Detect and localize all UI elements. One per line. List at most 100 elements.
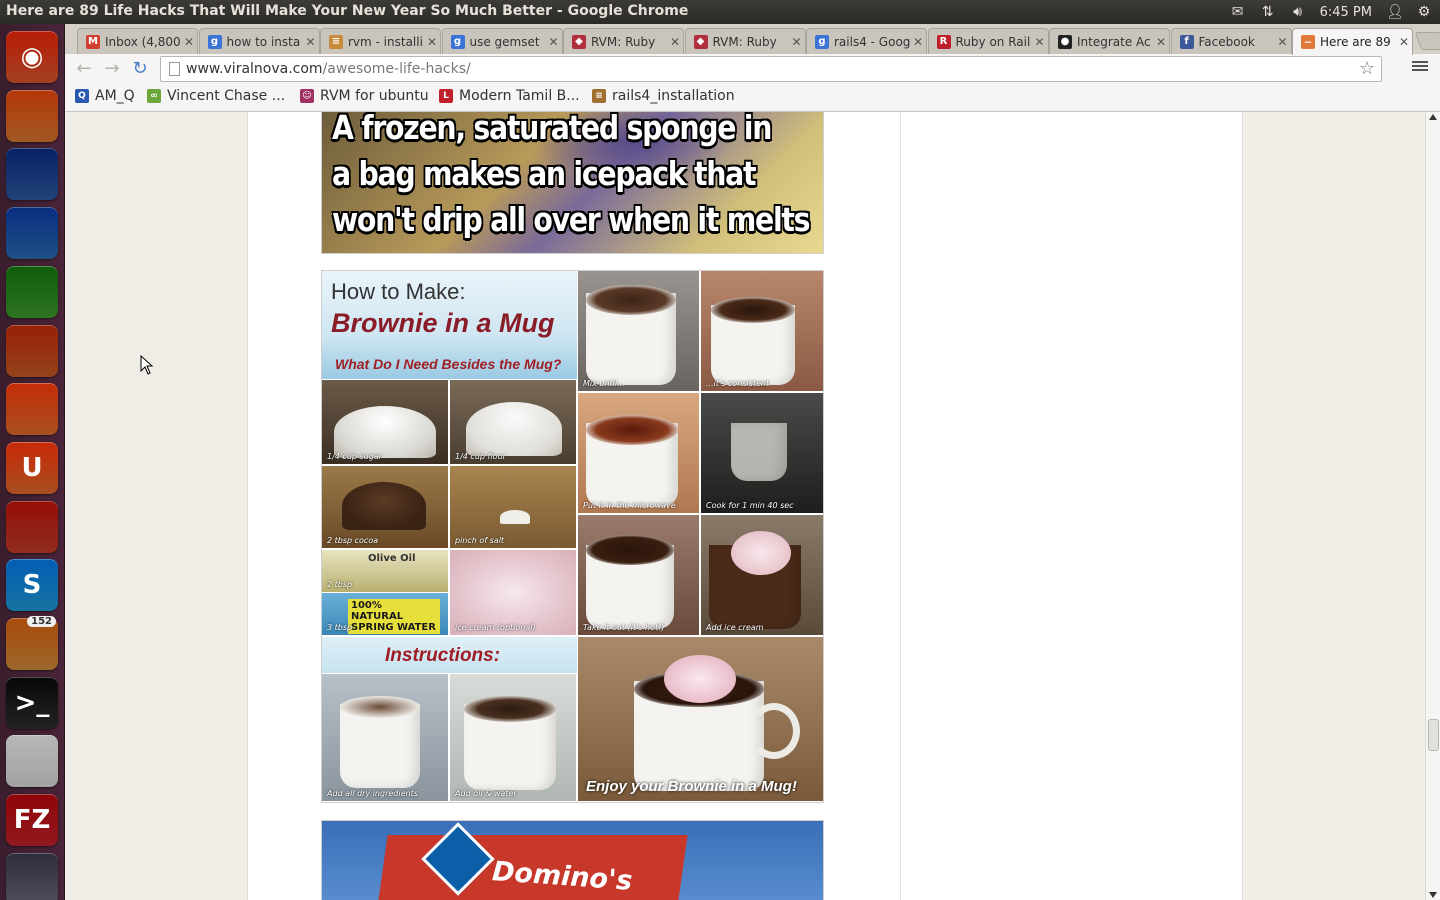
skype-icon[interactable]: S (6, 559, 58, 612)
salt-pile (500, 510, 530, 524)
launcher-glyph: FZ (13, 805, 51, 836)
ice-cream-photo: ice cream (optional) (450, 550, 576, 635)
photo-caption: 2 tbsp (327, 580, 353, 589)
photo-caption: Add all dry ingredients (327, 789, 418, 798)
files-icon[interactable] (6, 89, 58, 142)
address-bar[interactable]: www.viralnova.com/awesome-life-hacks/ ☆ (160, 56, 1382, 82)
tab-close-icon[interactable]: ✕ (181, 35, 197, 49)
top-panel: Here are 89 Life Hacks That Will Make Yo… (0, 0, 1440, 24)
chrome-menu-icon[interactable] (1412, 59, 1428, 75)
user-icon[interactable]: 👤︎ (1386, 4, 1404, 20)
back-button[interactable]: ← (73, 58, 95, 80)
page-background (65, 112, 247, 900)
salt-photo: pinch of salt (450, 466, 576, 548)
libreoffice-calc-icon[interactable] (6, 265, 58, 318)
photo-caption: pinch of salt (455, 536, 505, 545)
chrome-icon[interactable] (6, 735, 58, 788)
scanner-icon[interactable] (6, 852, 58, 900)
system-settings-icon[interactable] (6, 500, 58, 553)
cook-photo: Cook for 1 min 40 sec (701, 393, 823, 513)
ice-cream-scoop (731, 531, 791, 575)
tab-close-icon[interactable]: ✕ (667, 35, 683, 49)
mug-contents (586, 285, 676, 315)
libreoffice-impress-icon[interactable] (6, 324, 58, 377)
google-favicon-icon: g (815, 34, 829, 49)
mug-contents (711, 297, 795, 323)
caption-line: A frozen, saturated sponge in (332, 112, 772, 147)
volume-icon[interactable]: 🔊︎ (1290, 4, 1306, 20)
ubuntu-one-icon[interactable]: U (6, 441, 58, 494)
tab-close-icon[interactable]: ✕ (910, 35, 926, 49)
gear-icon[interactable]: ⚙ (1416, 4, 1432, 20)
tab-google[interactable]: g how to insta ✕ (198, 28, 320, 54)
olive-oil-label: Olive Oil (368, 553, 416, 564)
tab-rails[interactable]: R Ruby on Rail ✕ (927, 28, 1049, 54)
tab-close-icon[interactable]: ✕ (546, 35, 562, 49)
enjoy-brownie-photo: Enjoy your Brownie in a Mug! (578, 637, 823, 801)
reload-button[interactable]: ↻ (129, 58, 151, 80)
mug-contents (586, 535, 674, 565)
bookmarks-bar: Q AM_Q ∞ Vincent Chase ... ☺ RVM for ubuntu L M… (65, 84, 1440, 112)
tab-close-icon[interactable]: ✕ (1153, 35, 1169, 49)
stackoverflow-favicon-icon: ≡ (329, 34, 343, 49)
tab-close-icon[interactable]: ✕ (1032, 35, 1048, 49)
mouse-cursor-icon (140, 354, 154, 379)
google-favicon-icon: g (450, 34, 465, 49)
scroll-down-arrow-icon[interactable] (1429, 892, 1437, 898)
tab-rvm[interactable]: ◆ RVM: Ruby ✕ (684, 28, 806, 54)
dry-ingredients-photo: Add all dry ingredients (322, 674, 448, 801)
forward-button[interactable]: → (101, 58, 123, 80)
indicator-area: ✉ ⇅ 🔊︎ 6:45 PM 👤︎ ⚙ (1230, 0, 1432, 24)
tab-google[interactable]: g use gemset ✕ (441, 28, 563, 54)
bookmark-label: rails4_installation (612, 88, 735, 104)
tab-google[interactable]: g rails4 - Goog ✕ (806, 28, 927, 54)
bookmark-item[interactable]: Q AM_Q (75, 88, 135, 104)
new-tab-button[interactable] (1414, 32, 1440, 50)
tab-rvm[interactable]: ◆ RVM: Ruby ✕ (563, 28, 684, 54)
scrollbar-thumb[interactable] (1428, 719, 1439, 751)
filezilla-icon[interactable]: FZ (6, 794, 58, 847)
url-text[interactable]: www.viralnova.com/awesome-life-hacks/ (186, 61, 471, 77)
add-ice-cream-photo: Add ice cream (701, 515, 823, 635)
tab-strip: M Inbox (4,800 ✕ g how to insta ✕ ≡ rvm - insta… (65, 24, 1440, 55)
bookmark-favicon-icon: Q (75, 89, 89, 103)
network-icon[interactable]: ⇅ (1260, 4, 1276, 20)
terminal-icon[interactable]: >_ (6, 676, 58, 729)
microwave-photo: Put it in the microwave (578, 393, 699, 513)
instructions-label: Instructions: (385, 645, 501, 666)
tab-label: how to insta (226, 34, 301, 49)
tab-label: RVM: Ruby (712, 34, 777, 49)
bookmark-item[interactable]: ∞ Vincent Chase ... (147, 88, 285, 104)
ice-cream-scoop (664, 655, 736, 703)
tab-facebook[interactable]: f Facebook ✕ (1170, 28, 1292, 54)
tab-viralnova[interactable]: ~ Here are 89 ✕ (1292, 28, 1413, 55)
cocoa-photo: 2 tbsp cocoa (322, 466, 448, 548)
ubuntu-dash-icon[interactable]: ◉ (6, 31, 58, 83)
bookmark-item[interactable]: ≡ rails4_installation (592, 88, 735, 104)
tab-close-icon[interactable]: ✕ (1275, 35, 1291, 49)
scroll-up-arrow-icon[interactable] (1429, 114, 1437, 120)
tab-label: RVM: Ruby (591, 34, 656, 49)
libreoffice-writer-icon[interactable] (6, 207, 58, 260)
tab-stackoverflow[interactable]: ≡ rvm - installi ✕ (320, 28, 441, 54)
tab-label: Integrate Ac (1077, 34, 1151, 49)
tab-close-icon[interactable]: ✕ (1396, 35, 1412, 49)
page-scrollbar[interactable] (1425, 112, 1440, 900)
update-manager-icon[interactable]: 152 (6, 616, 58, 670)
clock[interactable]: 6:45 PM (1320, 5, 1372, 20)
bookmark-item[interactable]: L Modern Tamil B... (439, 88, 580, 104)
mail-icon[interactable]: ✉ (1230, 4, 1246, 20)
bookmark-star-icon[interactable]: ☆ (1359, 58, 1375, 79)
mug (731, 423, 787, 481)
software-center-icon[interactable] (6, 383, 58, 436)
tab-close-icon[interactable]: ✕ (303, 35, 319, 49)
gmail-favicon-icon: M (86, 34, 100, 49)
tab-gmail[interactable]: M Inbox (4,800 ✕ (77, 28, 198, 54)
tab-close-icon[interactable]: ✕ (424, 35, 440, 49)
rvm-favicon-icon: ◆ (693, 34, 708, 49)
firefox-icon[interactable] (6, 148, 58, 201)
rvm-favicon-icon: ◆ (572, 34, 586, 49)
tab-close-icon[interactable]: ✕ (789, 35, 805, 49)
bookmark-item[interactable]: ☺ RVM for ubuntu (300, 88, 429, 104)
tab-github[interactable]: ● Integrate Ac ✕ (1049, 28, 1170, 54)
